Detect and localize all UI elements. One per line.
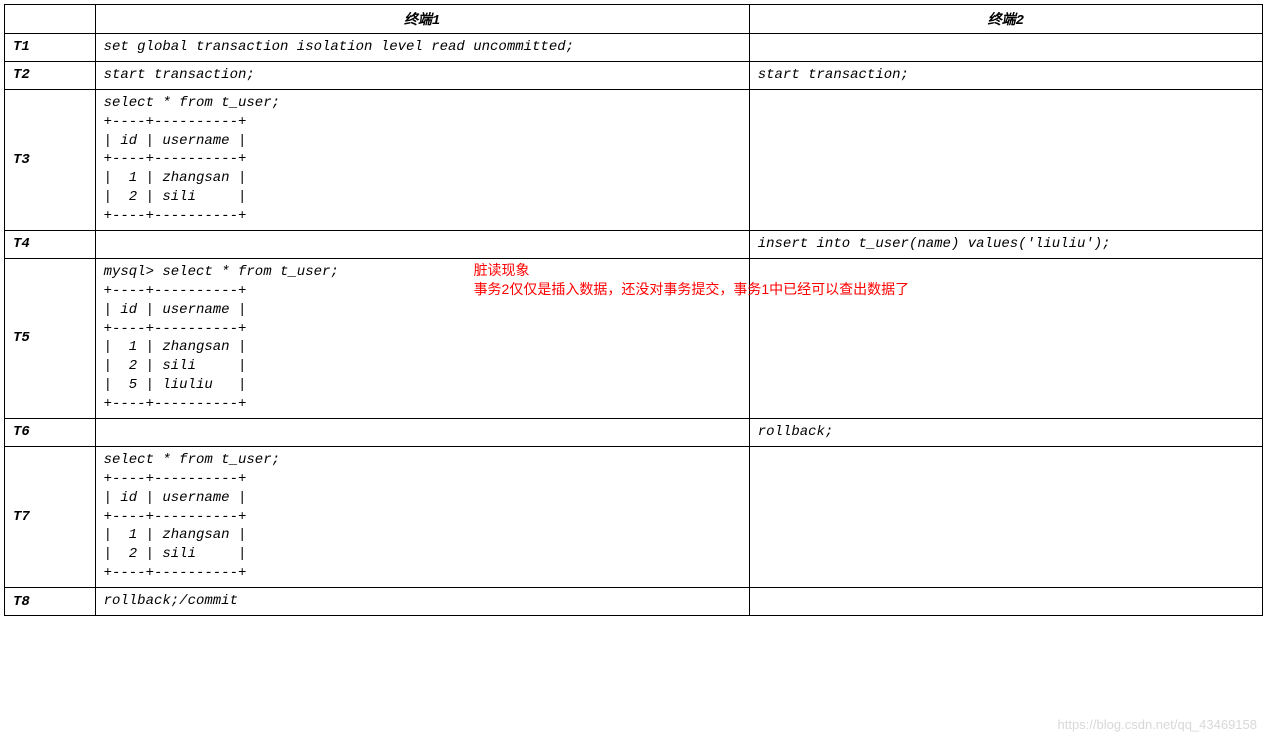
terminal1-text: select * from t_user; +----+----------+ … — [104, 94, 741, 226]
terminal1-text: rollback;/commit — [104, 592, 741, 611]
terminal2-cell: rollback; — [749, 419, 1262, 447]
terminal2-cell: start transaction; — [749, 61, 1262, 89]
header-blank — [5, 5, 96, 34]
terminal1-cell: mysql> select * from t_user; +----+-----… — [95, 258, 749, 418]
terminal2-cell — [749, 89, 1262, 230]
step-label: T8 — [5, 588, 96, 616]
header-row: 终端1 终端2 — [5, 5, 1263, 34]
row-t1: T1 set global transaction isolation leve… — [5, 34, 1263, 62]
header-terminal-1: 终端1 — [95, 5, 749, 34]
terminal1-text: select * from t_user; +----+----------+ … — [104, 451, 741, 583]
terminal1-text: set global transaction isolation level r… — [104, 38, 741, 57]
terminal2-text: start transaction; — [758, 66, 1254, 85]
terminal2-cell — [749, 588, 1262, 616]
step-label: T5 — [5, 258, 96, 418]
row-t3: T3 select * from t_user; +----+---------… — [5, 89, 1263, 230]
dirty-read-annotation: 脏读现象 事务2仅仅是插入数据，还没对事务提交，事务1中已经可以查出数据了 — [474, 261, 910, 299]
terminal1-cell: set global transaction isolation level r… — [95, 34, 749, 62]
step-label: T1 — [5, 34, 96, 62]
row-t8: T8 rollback;/commit — [5, 588, 1263, 616]
row-t6: T6 rollback; — [5, 419, 1263, 447]
terminal1-text: start transaction; — [104, 66, 741, 85]
terminal2-cell: insert into t_user(name) values('liuliu'… — [749, 231, 1262, 259]
terminal1-cell — [95, 231, 749, 259]
row-t4: T4 insert into t_user(name) values('liul… — [5, 231, 1263, 259]
terminal1-cell: rollback;/commit — [95, 588, 749, 616]
header-terminal-2: 终端2 — [749, 5, 1262, 34]
terminal2-text: insert into t_user(name) values('liuliu'… — [758, 235, 1254, 254]
row-t2: T2 start transaction; start transaction; — [5, 61, 1263, 89]
step-label: T6 — [5, 419, 96, 447]
transaction-table: 终端1 终端2 T1 set global transaction isolat… — [4, 4, 1263, 616]
terminal2-cell — [749, 446, 1262, 587]
step-label: T7 — [5, 446, 96, 587]
terminal1-cell: select * from t_user; +----+----------+ … — [95, 89, 749, 230]
terminal1-cell: select * from t_user; +----+----------+ … — [95, 446, 749, 587]
row-t7: T7 select * from t_user; +----+---------… — [5, 446, 1263, 587]
terminal1-cell: start transaction; — [95, 61, 749, 89]
row-t5: T5 mysql> select * from t_user; +----+--… — [5, 258, 1263, 418]
terminal2-text: rollback; — [758, 423, 1254, 442]
watermark-text: https://blog.csdn.net/qq_43469158 — [1058, 717, 1258, 732]
step-label: T4 — [5, 231, 96, 259]
step-label: T2 — [5, 61, 96, 89]
terminal2-cell — [749, 34, 1262, 62]
step-label: T3 — [5, 89, 96, 230]
terminal1-cell — [95, 419, 749, 447]
annotation-text: 脏读现象 事务2仅仅是插入数据，还没对事务提交，事务1中已经可以查出数据了 — [474, 261, 910, 299]
